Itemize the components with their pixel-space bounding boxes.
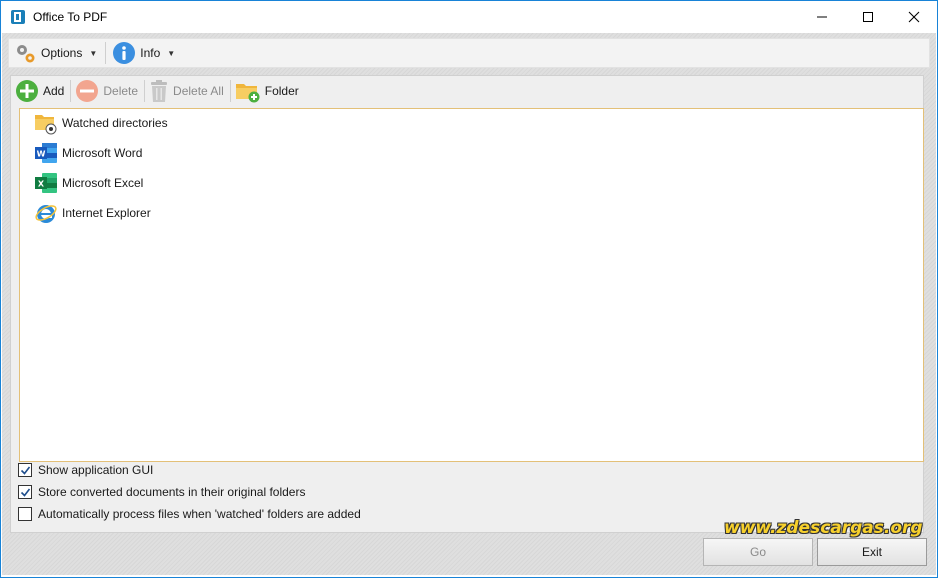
svg-text:X: X — [38, 180, 45, 189]
list-toolbar: Add Delete Delete All Folder — [11, 76, 923, 106]
list-item-label: Microsoft Excel — [62, 176, 144, 190]
info-menu[interactable]: Info ▼ — [108, 39, 181, 67]
list-item-label: Internet Explorer — [62, 206, 151, 220]
watermark-text: www.zdescargas.org — [724, 518, 923, 538]
auto-process-label: Automatically process files when 'watche… — [38, 507, 361, 521]
maximize-icon — [863, 12, 873, 22]
add-button-label: Add — [43, 84, 65, 98]
show-gui-checkbox[interactable] — [18, 463, 32, 477]
delete-all-button[interactable]: Delete All — [147, 77, 228, 105]
folder-button-label: Folder — [264, 84, 299, 98]
delete-all-button-label: Delete All — [173, 84, 224, 98]
excel-icon: X — [35, 173, 57, 193]
show-gui-option[interactable]: Show application GUI — [18, 463, 153, 477]
add-folder-icon — [235, 84, 260, 103]
options-menu-label: Options — [41, 46, 83, 60]
add-button[interactable]: Add — [13, 77, 68, 105]
options-menu[interactable]: Options ▼ — [9, 39, 103, 67]
menu-separator — [105, 42, 107, 64]
window-title: Office To PDF — [33, 10, 108, 24]
word-icon: W — [35, 143, 57, 163]
office-to-pdf-app-icon — [11, 10, 25, 24]
auto-process-option[interactable]: Automatically process files when 'watche… — [18, 507, 361, 521]
list-item-label: Microsoft Word — [62, 146, 143, 160]
info-icon — [113, 42, 136, 64]
toolbar-separator — [229, 80, 231, 102]
checkmark-icon — [20, 488, 30, 497]
checkmark-icon — [20, 466, 30, 475]
client-area: Options ▼ Info ▼ Add Delete Delete All F… — [2, 33, 936, 575]
list-item-label: Watched directories — [62, 116, 168, 130]
trash-icon — [151, 80, 168, 102]
go-button[interactable]: Go — [703, 538, 813, 566]
exit-button[interactable]: Exit — [817, 538, 927, 566]
chevron-down-icon: ▼ — [89, 48, 98, 58]
auto-process-checkbox[interactable] — [18, 507, 32, 521]
menu-bar: Options ▼ Info ▼ — [8, 38, 930, 68]
sources-list[interactable]: Watched directories W Microsoft Word X M… — [19, 108, 924, 462]
toolbar-separator — [144, 80, 146, 102]
minimize-icon — [817, 16, 827, 18]
minimize-button[interactable] — [799, 1, 845, 33]
list-item[interactable]: Watched directories — [34, 110, 168, 136]
store-original-option[interactable]: Store converted documents in their origi… — [18, 485, 305, 499]
maximize-button[interactable] — [845, 1, 891, 33]
store-original-label: Store converted documents in their origi… — [38, 485, 306, 499]
app-window: Office To PDF Options ▼ Info ▼ Add Delet… — [0, 0, 938, 578]
close-button[interactable] — [891, 1, 937, 33]
svg-text:W: W — [37, 150, 46, 159]
title-bar: Office To PDF — [1, 1, 937, 33]
show-gui-label: Show application GUI — [38, 463, 154, 477]
delete-button-label: Delete — [103, 84, 139, 98]
info-menu-label: Info — [140, 46, 161, 60]
list-item[interactable]: X Microsoft Excel — [34, 170, 143, 196]
close-icon — [908, 11, 920, 23]
watched-folder-icon — [35, 115, 57, 135]
ie-icon — [35, 205, 57, 223]
add-icon — [16, 80, 38, 102]
toolbar-separator — [70, 80, 72, 102]
chevron-down-icon: ▼ — [167, 48, 176, 58]
store-original-checkbox[interactable] — [18, 485, 32, 499]
gears-icon — [17, 45, 35, 63]
list-item[interactable]: W Microsoft Word — [34, 140, 142, 166]
remove-icon — [76, 80, 99, 102]
list-item[interactable]: Internet Explorer — [34, 200, 151, 226]
delete-button[interactable]: Delete — [73, 77, 142, 105]
folder-button[interactable]: Folder — [233, 77, 303, 105]
